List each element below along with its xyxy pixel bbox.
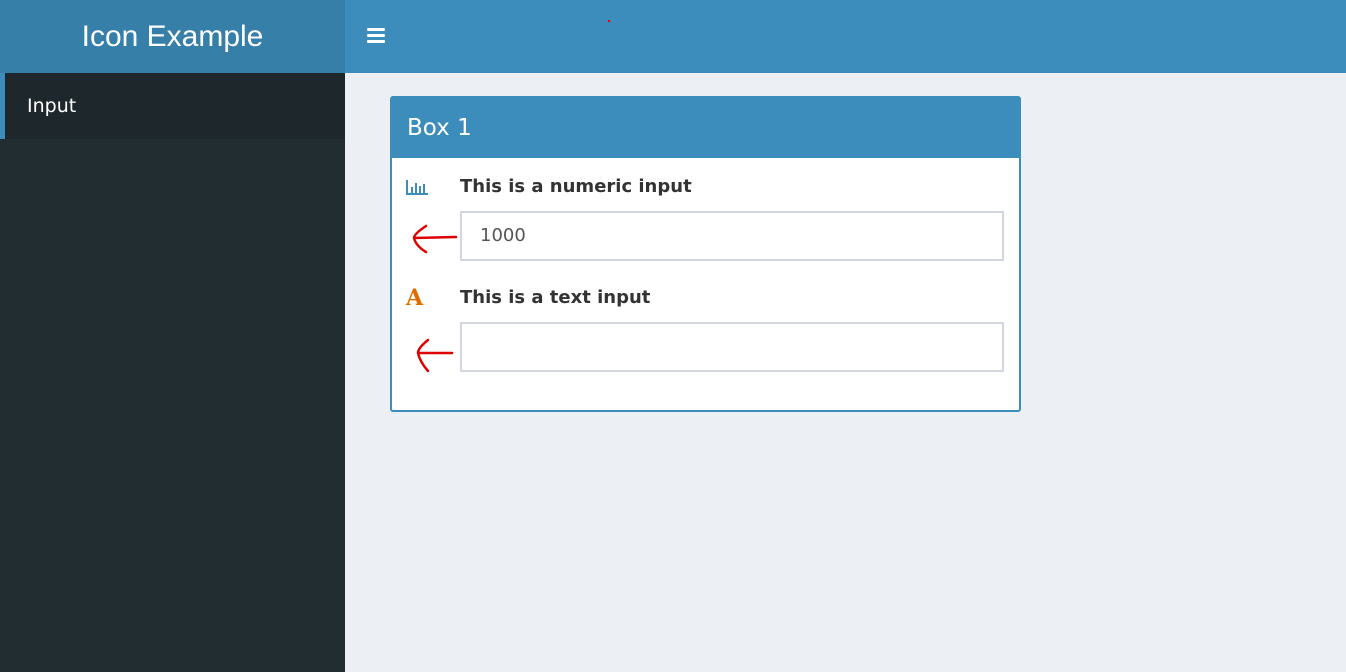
numeric-input-label: This is a numeric input [460, 176, 692, 197]
app: Icon Example Input Box 1 This is a numer… [0, 0, 1346, 672]
sidebar: Input [0, 73, 345, 672]
box-title: Box 1 [392, 98, 1019, 158]
font-icon: A [406, 285, 424, 311]
sidebar-item-label: Input [27, 95, 77, 117]
app-title: Icon Example [0, 0, 345, 73]
bar-chart-icon [406, 180, 428, 195]
red-arrow-annotation [416, 338, 454, 373]
sidebar-toggle-button[interactable] [363, 22, 389, 50]
text-input-label: This is a text input [460, 287, 651, 308]
annotation-dot [608, 20, 610, 22]
text-input[interactable] [460, 322, 1004, 372]
red-arrow-annotation [412, 224, 458, 254]
bars-icon [367, 28, 385, 31]
numeric-input[interactable]: 1000 [460, 211, 1004, 261]
box-1: Box 1 This is a numeric input 1000 A Thi… [390, 96, 1021, 412]
top-navbar [345, 0, 1346, 73]
sidebar-item-input[interactable]: Input [0, 73, 345, 139]
